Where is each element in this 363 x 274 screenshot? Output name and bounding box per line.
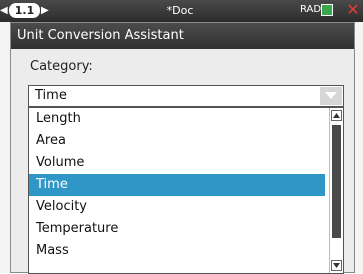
list-item[interactable]: Area — [29, 130, 325, 152]
list-item[interactable]: Length — [29, 108, 325, 130]
status-bar: ◀ 1.1 ▶ *Doc RAD ✕ — [0, 0, 363, 22]
tab-next-arrow-icon[interactable]: ▶ — [41, 5, 49, 17]
battery-icon — [321, 4, 333, 16]
list-item[interactable]: Temperature — [29, 218, 325, 240]
category-label: Category: — [30, 59, 93, 74]
list-item[interactable]: Mass — [29, 240, 325, 262]
category-options-list: Length Area Volume Time Velocity Tempera… — [28, 107, 344, 274]
scroll-down-button[interactable] — [331, 260, 342, 271]
list-item[interactable]: Volume — [29, 152, 325, 174]
scroll-up-button[interactable] — [331, 110, 342, 121]
category-selected-value: Time — [35, 88, 67, 103]
list-item[interactable]: Velocity — [29, 196, 325, 218]
unit-conversion-dialog: Unit Conversion Assistant Category: Time… — [10, 22, 355, 274]
chevron-down-icon — [325, 92, 337, 99]
category-select[interactable]: Time — [28, 85, 344, 107]
scroll-thumb[interactable] — [332, 125, 341, 238]
list-item-selected[interactable]: Time — [29, 174, 325, 196]
page-tab[interactable]: 1.1 — [9, 3, 40, 18]
dropdown-button[interactable] — [320, 87, 342, 105]
angle-mode-indicator: RAD — [300, 4, 322, 15]
chevron-down-icon — [333, 263, 340, 268]
document-title: *Doc — [166, 4, 194, 17]
list-scrollbar[interactable] — [329, 108, 343, 273]
tab-prev-arrow-icon[interactable]: ◀ — [0, 5, 8, 17]
dialog-title: Unit Conversion Assistant — [11, 23, 354, 49]
close-icon[interactable]: ✕ — [345, 2, 361, 18]
chevron-up-icon — [333, 113, 340, 118]
